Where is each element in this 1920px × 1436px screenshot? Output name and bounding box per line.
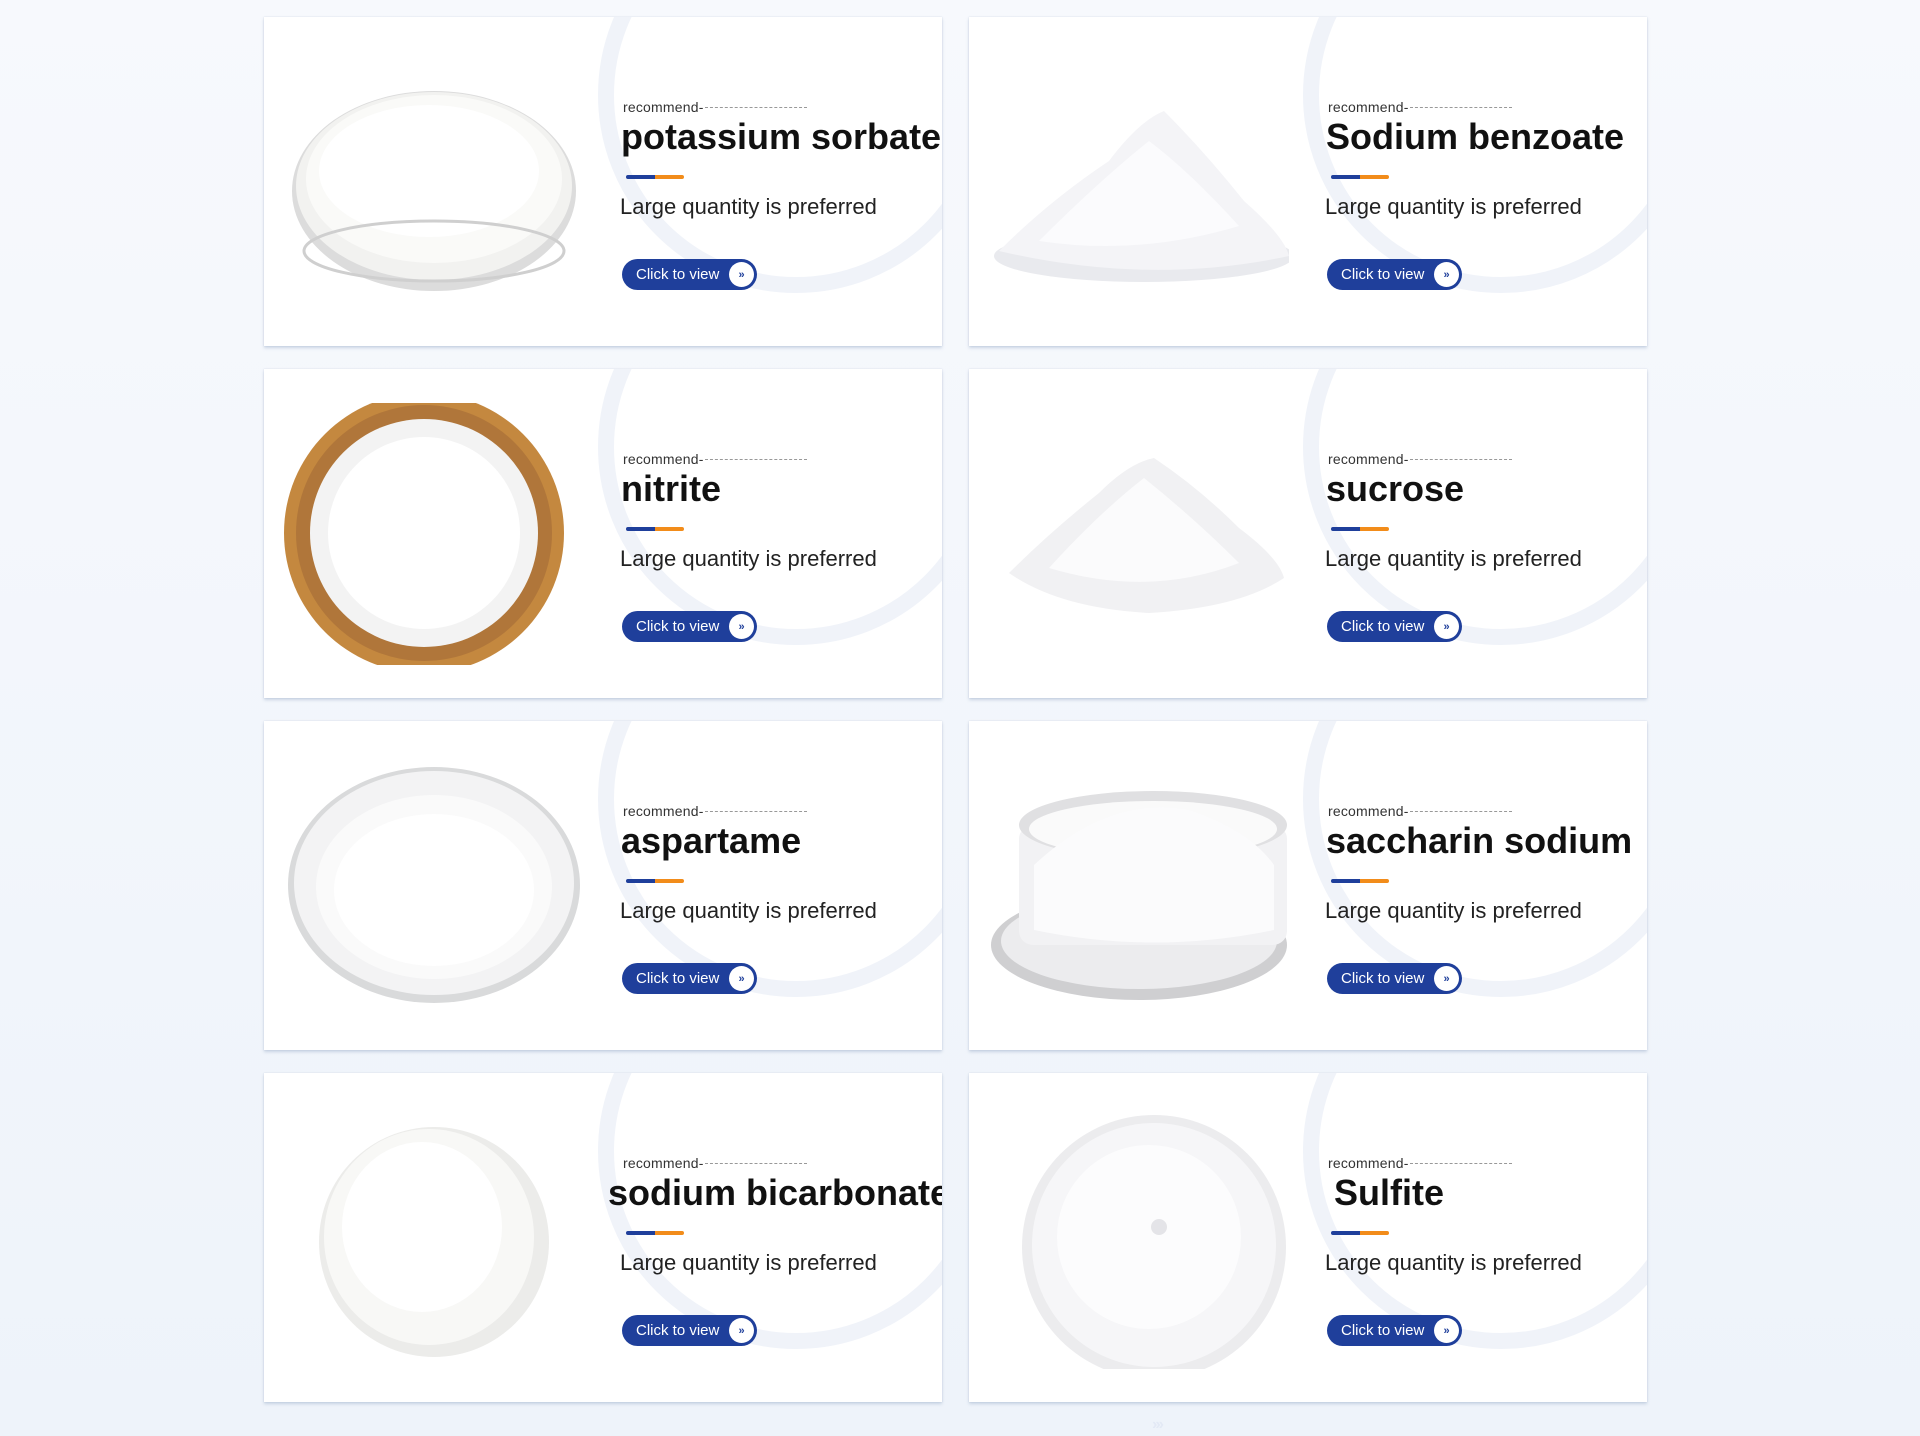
product-image[interactable] xyxy=(284,1107,584,1369)
product-image[interactable] xyxy=(989,755,1289,1017)
double-chevron-right-icon: » xyxy=(1434,262,1459,287)
click-to-view-button[interactable]: Click to view » xyxy=(622,611,757,642)
product-title: Sulfite xyxy=(1334,1172,1445,1213)
product-image[interactable] xyxy=(284,403,584,665)
product-subtitle: Large quantity is preferred xyxy=(620,898,877,923)
scroll-more-chevrons-icon[interactable]: ››› xyxy=(1152,1416,1164,1434)
product-subtitle: Large quantity is preferred xyxy=(1325,898,1582,923)
product-title: saccharin sodium xyxy=(1326,820,1633,861)
click-to-view-button[interactable]: Click to view » xyxy=(1327,259,1462,290)
recommend-label: recommend- xyxy=(623,99,807,115)
title-underline xyxy=(626,175,684,179)
product-card[interactable]: recommend- Sodium benzoate Large quantit… xyxy=(969,17,1647,346)
recommend-label: recommend- xyxy=(1328,451,1512,467)
product-title: aspartame xyxy=(621,820,802,861)
recommend-label: recommend- xyxy=(1328,99,1512,115)
click-to-view-button[interactable]: Click to view » xyxy=(1327,611,1462,642)
button-label: Click to view xyxy=(1341,1322,1425,1339)
button-label: Click to view xyxy=(1341,618,1425,635)
title-underline xyxy=(626,879,684,883)
button-label: Click to view xyxy=(636,618,720,635)
product-subtitle: Large quantity is preferred xyxy=(1325,194,1582,219)
button-label: Click to view xyxy=(636,266,720,283)
product-image[interactable] xyxy=(284,755,584,1017)
product-image[interactable] xyxy=(989,1107,1289,1369)
product-card[interactable]: recommend- Sulfite Large quantity is pre… xyxy=(969,1073,1647,1402)
product-image[interactable] xyxy=(989,51,1289,313)
double-chevron-right-icon: » xyxy=(729,966,754,991)
product-subtitle: Large quantity is preferred xyxy=(1325,546,1582,571)
recommend-label: recommend- xyxy=(1328,803,1512,819)
double-chevron-right-icon: » xyxy=(729,262,754,287)
product-subtitle: Large quantity is preferred xyxy=(620,1250,877,1275)
product-card[interactable]: recommend- sodium bicarbonate Large quan… xyxy=(264,1073,942,1402)
button-label: Click to view xyxy=(1341,266,1425,283)
recommend-label: recommend- xyxy=(623,1155,807,1171)
double-chevron-right-icon: » xyxy=(729,614,754,639)
product-card[interactable]: recommend- saccharin sodium Large quanti… xyxy=(969,721,1647,1050)
product-title: potassium sorbate xyxy=(621,116,942,157)
product-subtitle: Large quantity is preferred xyxy=(620,546,877,571)
double-chevron-right-icon: » xyxy=(1434,614,1459,639)
recommend-label: recommend- xyxy=(623,451,807,467)
product-card[interactable]: recommend- aspartame Large quantity is p… xyxy=(264,721,942,1050)
product-grid: recommend- potassium sorbate Large quant… xyxy=(264,17,1647,1404)
click-to-view-button[interactable]: Click to view » xyxy=(1327,1315,1462,1346)
product-image[interactable] xyxy=(989,403,1289,665)
button-label: Click to view xyxy=(636,1322,720,1339)
button-label: Click to view xyxy=(1341,970,1425,987)
product-card[interactable]: recommend- potassium sorbate Large quant… xyxy=(264,17,942,346)
double-chevron-right-icon: » xyxy=(1434,966,1459,991)
title-underline xyxy=(1331,879,1389,883)
product-subtitle: Large quantity is preferred xyxy=(1325,1250,1582,1275)
recommend-label: recommend- xyxy=(623,803,807,819)
product-title: sodium bicarbonate xyxy=(608,1172,942,1213)
title-underline xyxy=(1331,1231,1389,1235)
product-image[interactable] xyxy=(284,51,584,313)
double-chevron-right-icon: » xyxy=(729,1318,754,1343)
title-underline xyxy=(1331,175,1389,179)
click-to-view-button[interactable]: Click to view » xyxy=(622,259,757,290)
title-underline xyxy=(626,1231,684,1235)
product-card[interactable]: recommend- sucrose Large quantity is pre… xyxy=(969,369,1647,698)
title-underline xyxy=(1331,527,1389,531)
product-title: Sodium benzoate xyxy=(1326,116,1625,157)
button-label: Click to view xyxy=(636,970,720,987)
product-title: nitrite xyxy=(621,468,722,509)
product-card[interactable]: recommend- nitrite Large quantity is pre… xyxy=(264,369,942,698)
recommend-label: recommend- xyxy=(1328,1155,1512,1171)
product-title: sucrose xyxy=(1326,468,1465,509)
product-subtitle: Large quantity is preferred xyxy=(620,194,877,219)
title-underline xyxy=(626,527,684,531)
click-to-view-button[interactable]: Click to view » xyxy=(1327,963,1462,994)
click-to-view-button[interactable]: Click to view » xyxy=(622,963,757,994)
double-chevron-right-icon: » xyxy=(1434,1318,1459,1343)
click-to-view-button[interactable]: Click to view » xyxy=(622,1315,757,1346)
